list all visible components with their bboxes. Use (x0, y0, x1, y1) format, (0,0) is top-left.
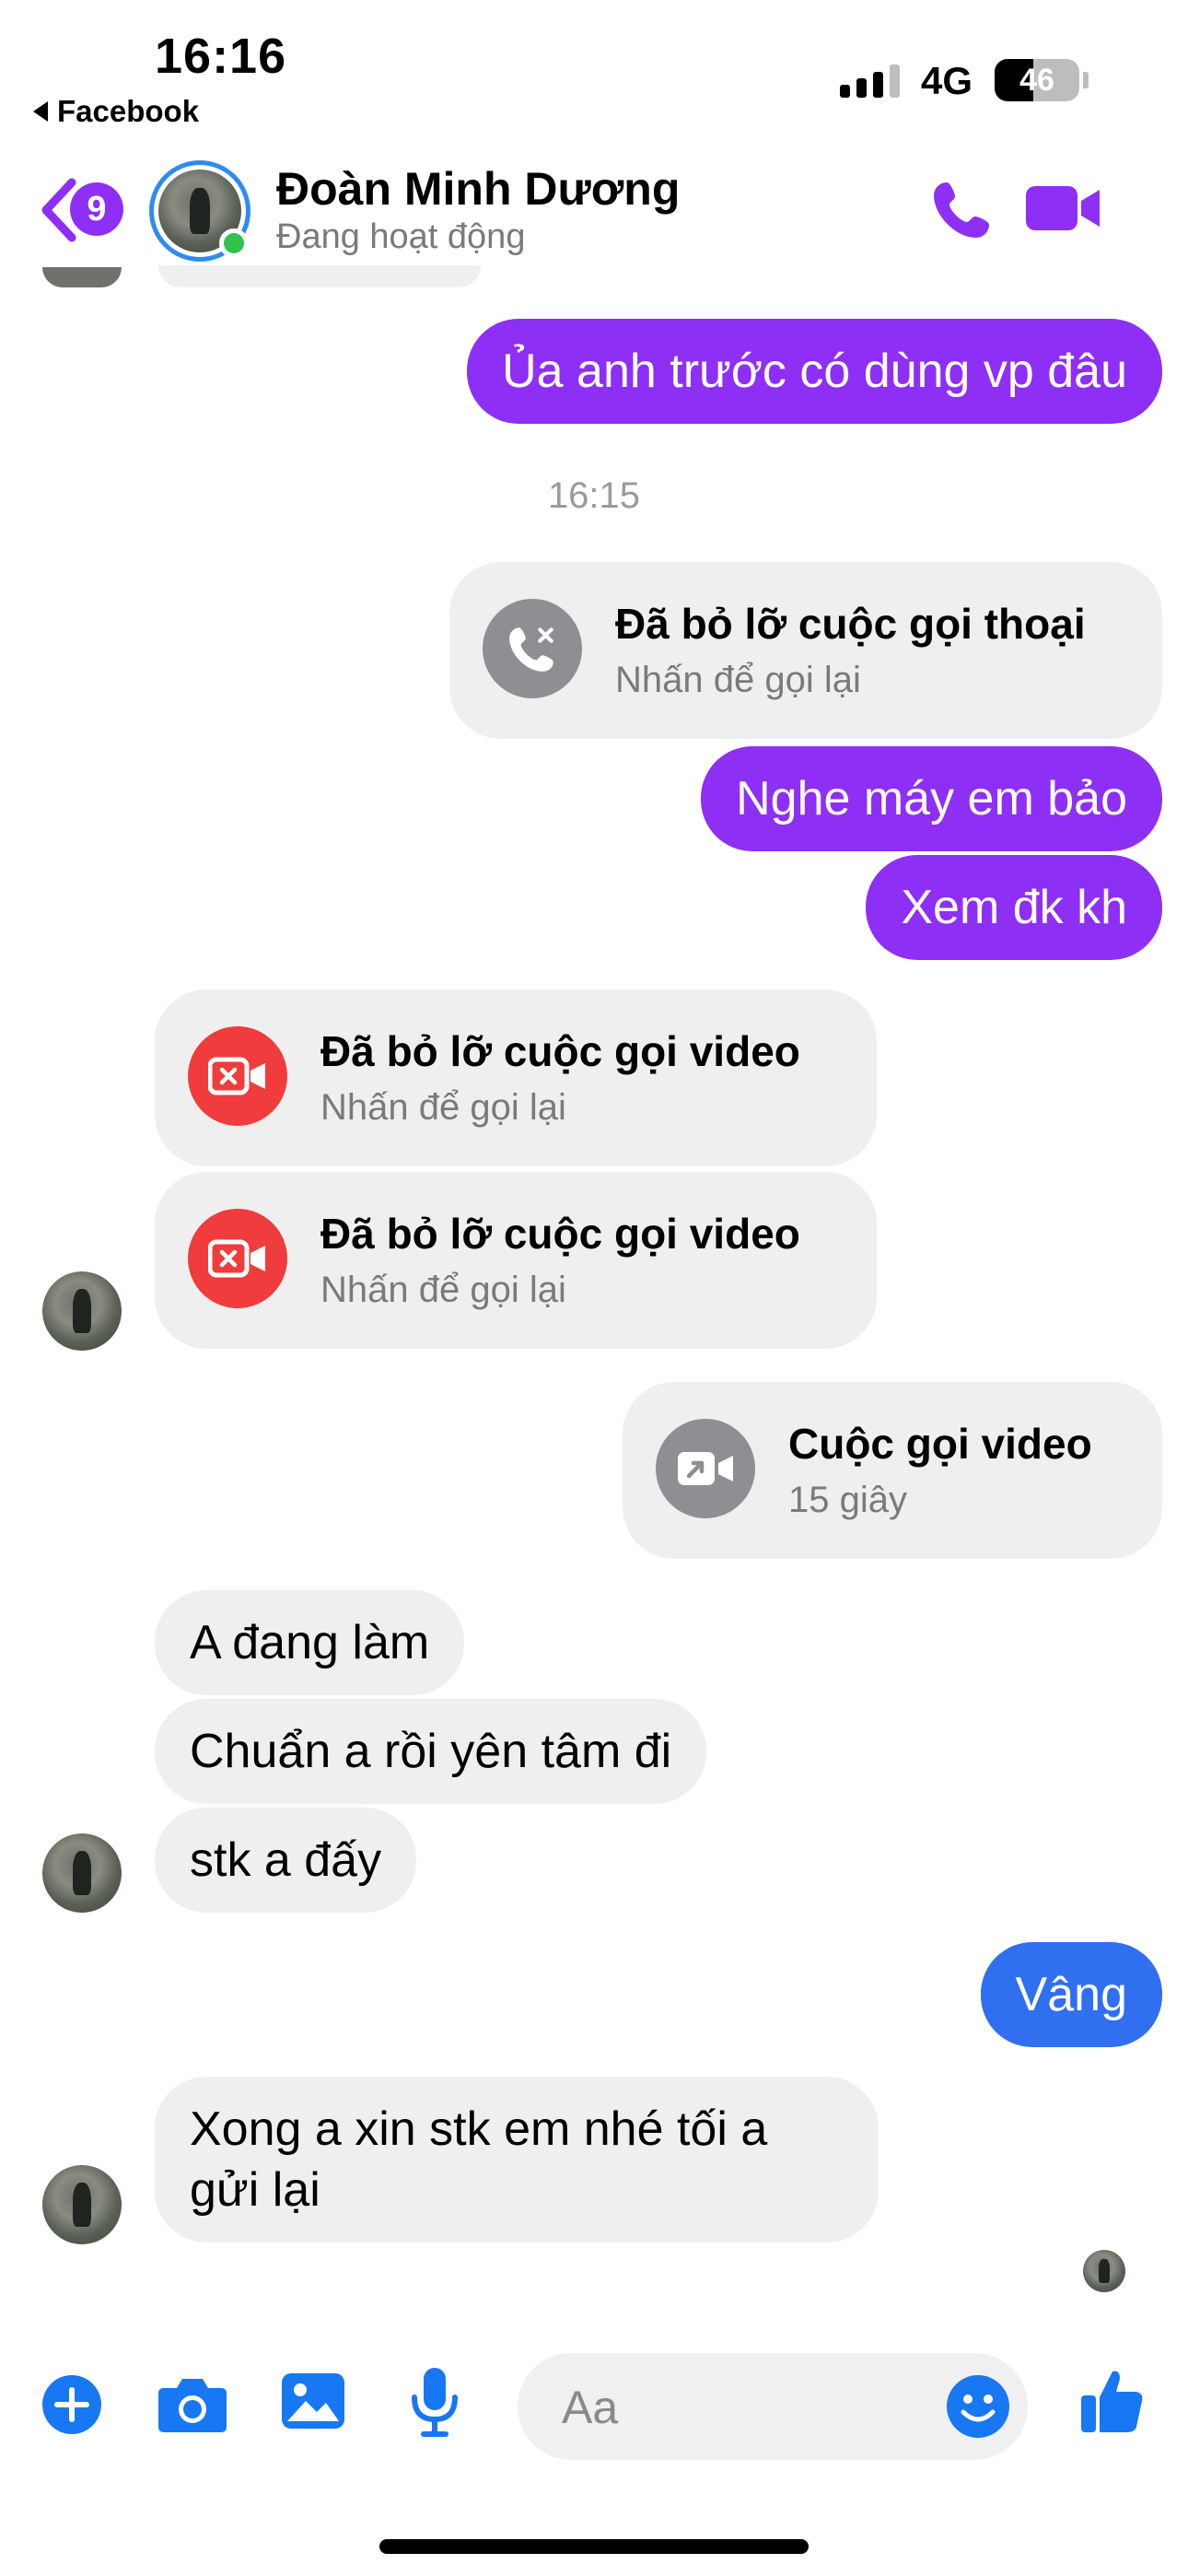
network-type: 4G (921, 59, 973, 102)
previous-avatar-fragment (42, 267, 122, 287)
emoji-icon[interactable] (945, 2373, 1011, 2440)
call-subtitle: Nhấn để gọi lại (320, 1087, 566, 1128)
outgoing-message[interactable]: Nghe máy em bảo (701, 746, 1162, 851)
like-icon[interactable] (1079, 2366, 1146, 2436)
sender-avatar[interactable] (42, 1833, 122, 1913)
call-title: Cuộc gọi video (788, 1420, 1092, 1468)
seen-indicator-avatar (1083, 2250, 1125, 2292)
call-title: Đã bỏ lỡ cuộc gọi video (320, 1210, 800, 1258)
outgoing-message[interactable]: Ủa anh trước có dùng vp đâu (467, 319, 1162, 424)
microphone-icon[interactable] (409, 2366, 460, 2440)
sender-avatar[interactable] (42, 2165, 122, 2244)
missed-video-icon (188, 1026, 287, 1126)
sender-avatar[interactable] (42, 1271, 122, 1351)
call-subtitle: Nhấn để gọi lại (320, 1270, 566, 1310)
message-input[interactable]: Aa (518, 2353, 1028, 2460)
battery-icon: 46 (995, 59, 1079, 101)
status-time: 16:16 (155, 29, 287, 84)
missed-video-icon (188, 1209, 287, 1308)
plus-icon[interactable] (41, 2373, 103, 2436)
missed-call-icon (483, 599, 582, 698)
video-call-icon[interactable] (1024, 181, 1101, 236)
previous-message-fragment (158, 265, 481, 287)
outgoing-video-icon (656, 1419, 755, 1518)
call-title: Đã bỏ lỡ cuộc gọi video (320, 1027, 800, 1075)
call-subtitle: Nhấn để gọi lại (615, 660, 861, 700)
contact-status: Đang hoạt động (276, 217, 526, 256)
contact-name[interactable]: Đoàn Minh Dương (276, 162, 680, 216)
incoming-message[interactable]: Chuẩn a rồi yên tâm đi (155, 1699, 707, 1804)
back-app-label: Facebook (57, 94, 200, 128)
missed-voice-call-card[interactable]: Đã bỏ lỡ cuộc gọi thoại Nhấn để gọi lại (449, 562, 1162, 739)
call-subtitle: 15 giây (788, 1480, 907, 1520)
unread-badge: 9 (70, 182, 123, 236)
camera-icon[interactable] (157, 2371, 228, 2434)
home-indicator[interactable] (379, 2539, 809, 2554)
phone-call-icon[interactable] (930, 177, 995, 241)
incoming-message[interactable]: stk a đấy (155, 1808, 417, 1913)
battery-nub (1083, 72, 1089, 88)
signal-icon (840, 64, 900, 98)
message-input-placeholder: Aa (562, 2382, 619, 2433)
online-indicator (219, 228, 249, 258)
image-icon[interactable] (280, 2370, 346, 2432)
back-to-app-link[interactable]: Facebook (33, 94, 199, 129)
missed-video-call-card[interactable]: Đã bỏ lỡ cuộc gọi video Nhấn để gọi lại (155, 989, 877, 1166)
call-title: Đã bỏ lỡ cuộc gọi thoại (615, 600, 1086, 648)
video-call-card[interactable]: Cuộc gọi video 15 giây (623, 1382, 1162, 1559)
incoming-message[interactable]: A đang làm (155, 1590, 465, 1695)
battery-level: 46 (1019, 63, 1054, 98)
missed-video-call-card[interactable]: Đã bỏ lỡ cuộc gọi video Nhấn để gọi lại (155, 1172, 877, 1349)
incoming-message[interactable]: Xong a xin stk em nhé tối a gửi lại (155, 2077, 879, 2242)
outgoing-message[interactable]: Vâng (980, 1942, 1162, 2047)
back-triangle-icon (33, 101, 48, 122)
timestamp: 16:15 (547, 475, 641, 516)
outgoing-message[interactable]: Xem đk kh (866, 855, 1162, 960)
